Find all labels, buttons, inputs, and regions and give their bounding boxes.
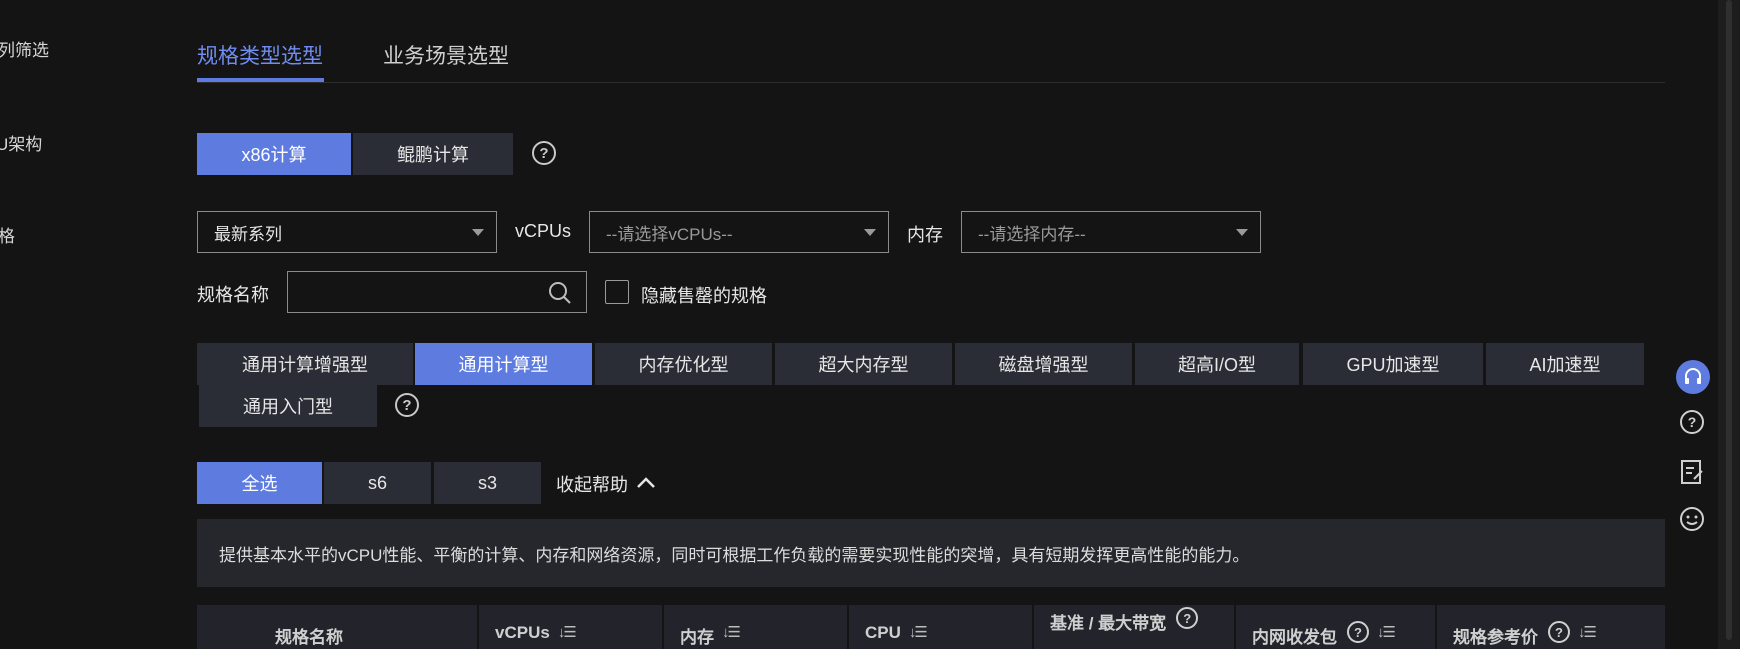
headset-support-icon[interactable]	[1676, 360, 1710, 394]
series-help-panel: 提供基本水平的vCPU性能、平衡的计算、内存和网络资源，同时可根据工作负载的需要…	[197, 519, 1665, 587]
th-pps-label: 内网收发包	[1252, 628, 1337, 647]
memory-placeholder: --请选择内存--	[978, 224, 1086, 244]
feedback-edit-icon[interactable]	[1676, 456, 1708, 488]
bandwidth-help-icon[interactable]: ?	[1176, 607, 1199, 629]
th-spec-name[interactable]: 规格名称	[197, 605, 477, 649]
th-spec-name-label: 规格名称	[275, 628, 343, 647]
memory-label: 内存	[907, 225, 943, 245]
arch-help-icon[interactable]: ?	[532, 141, 556, 165]
scrollbar-thumb[interactable]	[1726, 0, 1732, 640]
th-cpu-label: CPU	[865, 623, 901, 642]
price-help-icon[interactable]: ?	[1548, 621, 1570, 643]
series-s6-button[interactable]: s6	[324, 462, 431, 504]
th-bandwidth-label: 基准 / 最大带宽	[1050, 614, 1167, 633]
th-memory-label: 内存	[680, 628, 714, 647]
series-s3-button[interactable]: s3	[434, 462, 541, 504]
chevron-down-icon	[864, 229, 876, 236]
th-price[interactable]: 规格参考价? ↓☰	[1437, 605, 1665, 649]
memory-select[interactable]: --请选择内存--	[961, 211, 1261, 253]
collapse-help-toggle[interactable]: 收起帮助	[556, 471, 656, 497]
th-vcpus-label: vCPUs	[495, 623, 550, 642]
search-icon[interactable]	[548, 281, 572, 310]
hide-soldout-checkbox[interactable]	[605, 280, 629, 304]
th-price-label: 规格参考价	[1453, 628, 1538, 647]
sort-icon[interactable]: ↓☰	[558, 623, 577, 641]
type-tab-general-enhanced[interactable]: 通用计算增强型	[197, 343, 413, 385]
type-tab-high-io[interactable]: 超高I/O型	[1135, 343, 1299, 385]
th-bandwidth[interactable]: 基准 / 最大带宽?	[1034, 605, 1234, 649]
sort-icon[interactable]: ↓☰	[722, 623, 741, 641]
type-tab-disk-enhanced[interactable]: 磁盘增强型	[955, 343, 1132, 385]
left-label-arch: U架构	[0, 135, 43, 154]
th-vcpus[interactable]: vCPUs ↓☰	[479, 605, 662, 649]
spec-name-label: 规格名称	[197, 285, 269, 305]
tab-spec-type[interactable]: 规格类型选型	[197, 40, 323, 70]
th-pps[interactable]: 内网收发包? ↓☰	[1236, 605, 1435, 649]
type-tab-general[interactable]: 通用计算型	[415, 343, 592, 385]
series-all-button[interactable]: 全选	[197, 462, 322, 504]
left-label-spec: 格	[0, 227, 15, 246]
type-tab-memory-optimized[interactable]: 内存优化型	[595, 343, 772, 385]
chevron-down-icon	[1236, 229, 1248, 236]
sort-icon[interactable]: ↓☰	[909, 623, 928, 641]
help-circle-icon[interactable]: ?	[1676, 406, 1708, 438]
smiley-icon[interactable]	[1676, 503, 1708, 535]
sort-icon[interactable]: ↓☰	[1377, 623, 1396, 641]
type-tab-large-memory[interactable]: 超大内存型	[775, 343, 952, 385]
sort-icon[interactable]: ↓☰	[1578, 623, 1597, 641]
vcpus-select[interactable]: --请选择vCPUs--	[589, 211, 889, 253]
arch-kunpeng-button[interactable]: 鲲鹏计算	[353, 133, 513, 175]
pps-help-icon[interactable]: ?	[1347, 621, 1369, 643]
vcpus-placeholder: --请选择vCPUs--	[606, 224, 733, 244]
series-select[interactable]: 最新系列	[197, 211, 497, 253]
spec-name-input[interactable]	[287, 271, 587, 313]
chevron-up-icon	[636, 474, 656, 494]
vcpus-label: vCPUs	[515, 221, 572, 241]
series-select-value: 最新系列	[214, 224, 282, 244]
chevron-down-icon	[472, 229, 484, 236]
th-memory[interactable]: 内存 ↓☰	[664, 605, 847, 649]
type-tab-entry[interactable]: 通用入门型	[199, 385, 377, 427]
left-label-filter: 列筛选	[0, 41, 49, 60]
th-cpu[interactable]: CPU ↓☰	[849, 605, 1032, 649]
type-help-icon[interactable]: ?	[395, 393, 419, 417]
svg-text:?: ?	[1688, 414, 1697, 430]
collapse-help-label: 收起帮助	[556, 475, 628, 495]
series-help-text: 提供基本水平的vCPU性能、平衡的计算、内存和网络资源，同时可根据工作负载的需要…	[219, 545, 1250, 565]
tab-business-scenario[interactable]: 业务场景选型	[383, 40, 509, 70]
tab-divider	[197, 82, 1665, 83]
type-tab-gpu[interactable]: GPU加速型	[1303, 343, 1483, 385]
type-tab-ai[interactable]: AI加速型	[1486, 343, 1644, 385]
arch-x86-button[interactable]: x86计算	[197, 133, 351, 175]
hide-soldout-label: 隐藏售罄的规格	[641, 286, 767, 306]
